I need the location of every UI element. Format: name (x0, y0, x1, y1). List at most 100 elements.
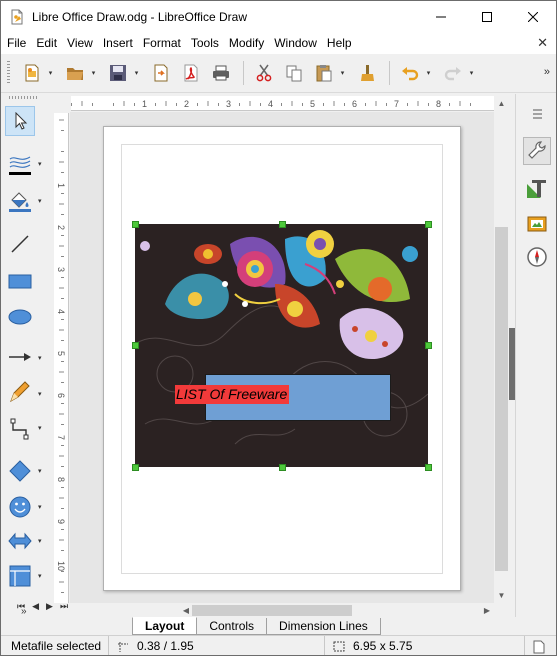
block-arrows-tool[interactable] (5, 526, 35, 556)
curve-dropdown[interactable]: ▾ (38, 390, 42, 398)
menu-format[interactable]: Format (138, 32, 186, 54)
selection-handle-bottom-center[interactable] (279, 464, 286, 471)
symbol-shapes-tool[interactable] (5, 492, 35, 522)
redo-button[interactable] (439, 59, 467, 87)
next-tab-icon[interactable]: ▶ (46, 601, 53, 612)
styles-button[interactable] (523, 174, 551, 202)
tab-dimension-lines[interactable]: Dimension Lines (266, 618, 381, 635)
selection-handle-middle-right[interactable] (425, 342, 432, 349)
menu-edit[interactable]: Edit (31, 32, 62, 54)
selection-handle-top-right[interactable] (425, 221, 432, 228)
toolbar-overflow[interactable]: » (544, 66, 550, 78)
menu-window[interactable]: Window (269, 32, 322, 54)
selection-handle-middle-left[interactable] (132, 342, 139, 349)
ruler-label: 8 (436, 99, 441, 109)
document-modified-status[interactable] (525, 636, 553, 656)
list-of-freeware-text[interactable]: LIST Of Freeware (175, 385, 290, 404)
tab-controls[interactable]: Controls (196, 618, 268, 635)
ellipse-tool[interactable] (5, 302, 35, 332)
select-tool[interactable] (5, 106, 35, 136)
export-icon (154, 64, 168, 82)
new-dropdown[interactable]: ▾ (46, 59, 55, 87)
scroll-left-arrow[interactable]: ◀ (180, 603, 192, 618)
redo-dropdown[interactable]: ▾ (467, 59, 476, 87)
arrow-line-tool[interactable] (5, 342, 35, 372)
open-dropdown[interactable]: ▾ (89, 59, 98, 87)
last-tab-icon[interactable]: ⏭ (60, 601, 68, 612)
close-button[interactable] (510, 1, 556, 32)
menu-modify[interactable]: Modify (224, 32, 269, 54)
libreoffice-draw-window: Libre Office Draw.odg - LibreOffice Draw… (0, 0, 557, 656)
drawing-page[interactable]: LIST Of Freeware (103, 126, 461, 591)
line-color-dropdown[interactable]: ▾ (38, 160, 42, 168)
scroll-down-arrow[interactable]: ▼ (494, 588, 509, 603)
rectangle-tool[interactable] (5, 266, 35, 296)
toolbar-grip[interactable] (7, 61, 10, 85)
vertical-scroll-thumb[interactable] (495, 227, 508, 571)
drawing-toolbar-grip[interactable] (9, 96, 39, 99)
first-tab-icon[interactable]: ⏮ (17, 601, 25, 612)
scroll-up-arrow[interactable]: ▲ (494, 96, 509, 111)
connector-tool[interactable] (5, 414, 35, 444)
horizontal-scrollbar[interactable]: ◀ ▶ (183, 603, 493, 618)
clone-formatting-button[interactable] (353, 59, 381, 87)
export-button[interactable] (147, 59, 175, 87)
paste-button[interactable] (310, 59, 338, 87)
connector-icon (10, 418, 29, 440)
menu-help[interactable]: Help (322, 32, 357, 54)
scroll-right-arrow[interactable]: ▶ (481, 603, 493, 618)
undo-dropdown[interactable]: ▾ (424, 59, 433, 87)
menu-insert[interactable]: Insert (98, 32, 138, 54)
tab-layout[interactable]: Layout (132, 617, 198, 635)
basic-shapes-dropdown[interactable]: ▾ (38, 467, 42, 475)
selection-handle-top-center[interactable] (279, 221, 286, 228)
copy-button[interactable] (280, 59, 308, 87)
new-button[interactable] (18, 59, 46, 87)
symbol-shapes-dropdown[interactable]: ▾ (38, 503, 42, 511)
menu-view[interactable]: View (62, 32, 98, 54)
selection-handle-bottom-left[interactable] (132, 464, 139, 471)
flowchart-tool[interactable] (5, 561, 35, 591)
arrow-line-dropdown[interactable]: ▾ (38, 354, 42, 362)
vertical-ruler[interactable]: 1 2 3 4 5 6 7 8 9 10 (54, 113, 69, 603)
block-arrows-dropdown[interactable]: ▾ (38, 537, 42, 545)
size-icon (333, 641, 345, 651)
menu-tools[interactable]: Tools (186, 32, 224, 54)
export-pdf-button[interactable] (177, 59, 205, 87)
horizontal-scroll-thumb[interactable] (192, 605, 352, 616)
line-tool[interactable] (5, 229, 35, 259)
horizontal-ruler[interactable]: 1 2 3 4 5 6 7 8 (71, 96, 494, 111)
drawing-canvas[interactable]: LIST Of Freeware (70, 112, 494, 603)
flowchart-dropdown[interactable]: ▾ (38, 572, 42, 580)
save-button[interactable] (104, 59, 132, 87)
ruler-label: 5 (56, 351, 66, 356)
menu-file[interactable]: File (1, 32, 31, 54)
fill-color-dropdown[interactable]: ▾ (38, 197, 42, 205)
paste-dropdown[interactable]: ▾ (338, 59, 347, 87)
open-button[interactable] (61, 59, 89, 87)
toolbar-separator (389, 61, 390, 85)
save-dropdown[interactable]: ▾ (132, 59, 141, 87)
connector-dropdown[interactable]: ▾ (38, 424, 42, 432)
cut-icon (256, 64, 272, 82)
sidebar-menu-button[interactable] (523, 100, 551, 128)
selection-handle-bottom-right[interactable] (425, 464, 432, 471)
line-color-tool[interactable] (5, 150, 35, 180)
close-document-icon[interactable]: ✕ (537, 35, 548, 51)
ruler-label: 7 (56, 435, 66, 440)
paisley-metafile-image[interactable]: LIST Of Freeware (135, 224, 428, 467)
navigator-button[interactable] (523, 243, 551, 271)
basic-shapes-tool[interactable] (5, 456, 35, 486)
previous-tab-icon[interactable]: ◀ (32, 601, 39, 612)
selection-handle-top-left[interactable] (132, 221, 139, 228)
properties-button[interactable] (523, 137, 551, 165)
cut-button[interactable] (250, 59, 278, 87)
maximize-button[interactable] (464, 1, 510, 32)
minimize-button[interactable] (418, 1, 464, 32)
undo-button[interactable] (396, 59, 424, 87)
print-button[interactable] (207, 59, 235, 87)
vertical-scrollbar[interactable]: ▲ ▼ (494, 96, 509, 603)
gallery-button[interactable] (523, 208, 551, 236)
curve-tool[interactable] (5, 377, 35, 407)
fill-color-tool[interactable] (5, 187, 35, 217)
